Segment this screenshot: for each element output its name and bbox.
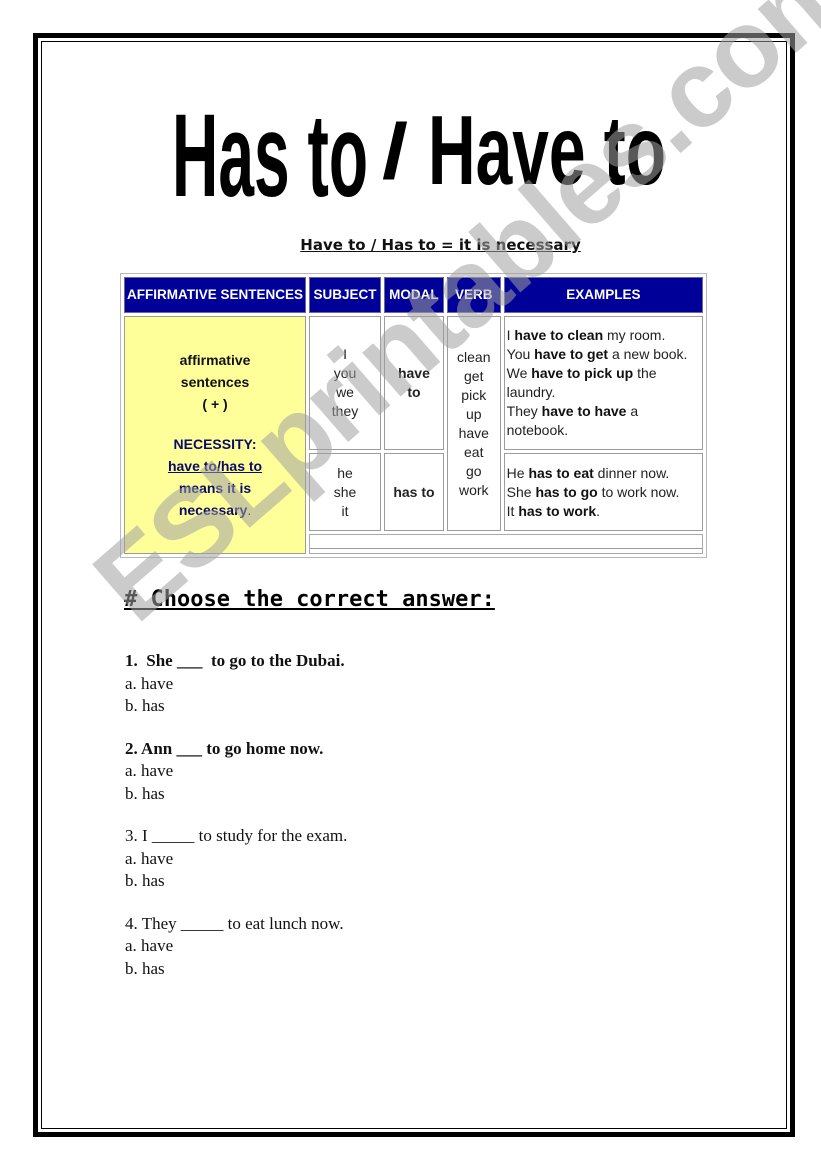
grammar-table: AFFIRMATIVE SENTENCES SUBJECT MODAL VERB… bbox=[120, 273, 707, 558]
aff-line2: sentences bbox=[180, 374, 250, 390]
example-text: She bbox=[506, 483, 536, 500]
verb-go: go bbox=[465, 462, 482, 479]
example-bold: have to have bbox=[541, 403, 627, 419]
header-subject: SUBJECT bbox=[309, 277, 381, 313]
verb-clean: clean bbox=[457, 348, 491, 365]
modal-cell-has-to: has to bbox=[383, 453, 444, 531]
example-text: to work now. bbox=[597, 483, 680, 500]
question-stem: 3. I _____ to study for the exam. bbox=[125, 826, 348, 845]
question-list: 1. She ___ to go to the Dubai. a. have b… bbox=[125, 650, 347, 1000]
question-stem: 1. She ___ to go to the Dubai. bbox=[125, 651, 345, 670]
header-examples: EXAMPLES bbox=[503, 277, 703, 313]
subject-they: they bbox=[331, 403, 359, 419]
answer-option[interactable]: a. have bbox=[125, 760, 347, 783]
example-text: He bbox=[506, 464, 529, 481]
subject-he: he bbox=[337, 464, 353, 481]
verb-have: have bbox=[458, 424, 489, 441]
header-verb: VERB bbox=[446, 277, 501, 313]
title-separator: / bbox=[382, 107, 408, 195]
header-affirmative: AFFIRMATIVE SENTENCES bbox=[124, 277, 307, 313]
example-text: dinner now. bbox=[593, 464, 670, 481]
necessity-label: NECESSITY: bbox=[173, 436, 257, 452]
aff-plus-sign: ( + ) bbox=[202, 396, 228, 412]
question-item: 4. They _____ to eat lunch now. a. have … bbox=[125, 913, 347, 981]
table-row: affirmative sentences ( + ) NECESSITY: h… bbox=[124, 316, 703, 554]
table-header-row: AFFIRMATIVE SENTENCES SUBJECT MODAL VERB… bbox=[124, 277, 703, 313]
example-bold: has to eat bbox=[528, 464, 594, 481]
question-item: 1. She ___ to go to the Dubai. a. have b… bbox=[125, 650, 347, 718]
rule-subtitle: Have to / Has to = it is necessary bbox=[300, 236, 581, 254]
subject-you: you bbox=[333, 365, 357, 381]
subject-she: she bbox=[333, 483, 357, 500]
example-text: . bbox=[596, 502, 600, 519]
example-bold: have to get bbox=[534, 346, 609, 362]
modal-have: have bbox=[397, 365, 430, 381]
question-stem: 2. Ann ___ to go home now. bbox=[125, 738, 324, 758]
answer-option[interactable]: b. has bbox=[125, 958, 347, 981]
header-modal: MODAL bbox=[383, 277, 444, 313]
affirmative-description-cell: affirmative sentences ( + ) NECESSITY: h… bbox=[124, 316, 307, 554]
modal-to: to bbox=[407, 384, 421, 400]
aff-line1: affirmative bbox=[179, 352, 251, 368]
answer-option[interactable]: b. has bbox=[125, 695, 347, 718]
example-text: a new book. bbox=[608, 346, 688, 362]
title-part-has-to: Has to bbox=[172, 90, 368, 204]
examples-cell-have-to: I have to clean my room. You have to get… bbox=[503, 316, 703, 450]
answer-option[interactable]: b. has bbox=[125, 783, 347, 806]
verb-work: work bbox=[458, 481, 489, 498]
subject-it: it bbox=[341, 502, 349, 519]
verb-cell: clean get pick up have eat go work bbox=[446, 316, 501, 531]
example-text: It bbox=[506, 502, 519, 519]
example-bold: have to pick up bbox=[531, 365, 634, 381]
example-bold: has to go bbox=[535, 483, 598, 500]
subject-we: we bbox=[336, 384, 354, 400]
subject-i: I bbox=[343, 346, 347, 362]
empty-cell bbox=[309, 534, 703, 554]
example-text: We bbox=[506, 365, 532, 381]
example-text: You bbox=[506, 346, 535, 362]
title-wordart: Has to / Have to bbox=[172, 90, 666, 204]
example-bold: has to work bbox=[518, 502, 597, 519]
necessity-means: means it is bbox=[178, 480, 252, 496]
modal-cell-have-to: have to bbox=[383, 316, 444, 450]
verb-eat: eat bbox=[464, 443, 484, 460]
example-text: my room. bbox=[603, 327, 666, 343]
answer-option[interactable]: b. has bbox=[125, 870, 347, 893]
worksheet-title: Has to / Have to bbox=[170, 86, 670, 204]
necessity-underlined: have to/has to bbox=[167, 458, 263, 474]
title-part-have-to: Have to bbox=[428, 95, 666, 204]
subject-cell-plural: I you we they bbox=[309, 316, 381, 450]
answer-option[interactable]: a. have bbox=[125, 935, 347, 958]
example-text: They bbox=[506, 403, 542, 419]
modal-has-to: has to bbox=[393, 483, 435, 500]
examples-cell-has-to: He has to eat dinner now. She has to go … bbox=[503, 453, 703, 531]
answer-option[interactable]: a. have bbox=[125, 848, 347, 871]
example-bold: have to clean bbox=[514, 327, 604, 343]
verb-up: up bbox=[465, 405, 482, 422]
necessity-word: necessary bbox=[178, 502, 248, 518]
subject-cell-singular: he she it bbox=[309, 453, 381, 531]
question-stem: 4. They _____ to eat lunch now. bbox=[125, 913, 344, 933]
question-item: 3. I _____ to study for the exam. a. hav… bbox=[125, 825, 347, 893]
answer-option[interactable]: a. have bbox=[125, 673, 347, 696]
question-item: 2. Ann ___ to go home now. a. have b. ha… bbox=[125, 738, 347, 806]
exercise-heading: # Choose the correct answer: bbox=[124, 587, 495, 612]
divider bbox=[310, 547, 702, 549]
verb-pick: pick bbox=[461, 386, 487, 403]
verb-get: get bbox=[464, 367, 484, 384]
